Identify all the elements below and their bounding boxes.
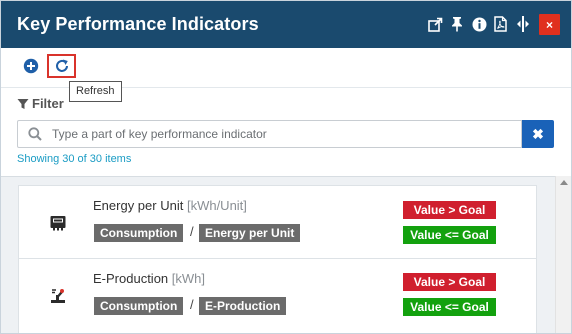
pin-icon[interactable] [449,15,465,33]
kpi-unit: [kWh/Unit] [186,198,247,213]
panel-header: Key Performance Indicators × [1,1,571,48]
kpi-title: E-Production [93,271,169,286]
close-button[interactable]: × [539,14,560,35]
kpi-panel: Key Performance Indicators × Refresh Fil… [0,0,572,334]
kpi-title: Energy per Unit [93,198,184,213]
item-count: Showing 30 of 30 items [17,153,132,165]
tag-separator: / [190,297,194,312]
close-icon: × [545,17,553,32]
tag-kpi: Energy per Unit [199,224,301,242]
tag-category: Consumption [94,297,184,315]
refresh-tooltip: Refresh [69,81,122,102]
tag-separator: / [190,224,194,239]
refresh-icon [55,59,68,72]
kpi-card[interactable]: Energy per Unit [kWh/Unit] Consumption /… [18,185,537,259]
scroll-up-arrow[interactable] [560,180,568,185]
goal-below-badge: Value <= Goal [403,298,496,316]
popout-icon[interactable] [427,15,443,33]
robot-icon [49,286,67,304]
kpi-name: E-Production [kWh] [93,271,205,286]
filter-label-text: Filter [32,96,64,111]
filter-icon [17,98,29,109]
plus-circle-icon [23,58,39,74]
kpi-list: Energy per Unit [kWh/Unit] Consumption /… [1,176,571,333]
add-kpi-button[interactable] [23,58,39,74]
kpi-card[interactable]: E-Production [kWh] Consumption / E-Produ… [18,258,537,333]
tag-kpi: E-Production [199,297,287,315]
clear-search-button[interactable]: ✖ [522,120,554,148]
tag-category: Consumption [94,224,184,242]
kpi-name: Energy per Unit [kWh/Unit] [93,198,247,213]
search-input[interactable] [52,124,512,144]
panel-title: Key Performance Indicators [17,14,259,34]
info-icon[interactable] [471,15,487,33]
goal-above-badge: Value > Goal [403,273,496,291]
pdf-icon[interactable] [492,15,508,33]
refresh-button[interactable] [47,54,76,78]
scrollbar[interactable] [555,176,571,333]
goal-below-badge: Value <= Goal [403,226,496,244]
kpi-unit: [kWh] [171,271,206,286]
meter-icon [49,214,67,232]
filter-label[interactable]: Filter [17,96,64,111]
search-box [17,120,522,148]
clear-icon: ✖ [532,125,544,142]
goal-above-badge: Value > Goal [403,201,496,219]
resize-icon[interactable] [515,15,531,33]
search-icon [28,127,42,146]
